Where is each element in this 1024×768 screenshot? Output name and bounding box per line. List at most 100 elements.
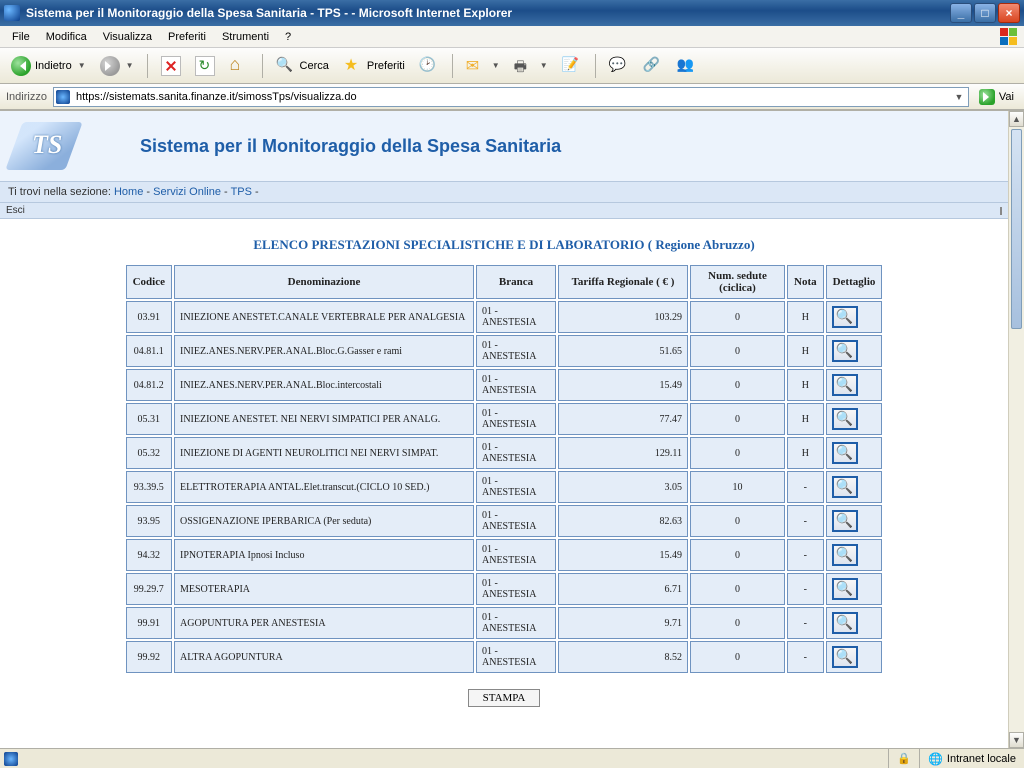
favorites-label: Preferiti	[367, 60, 405, 72]
breadcrumb-home[interactable]: Home	[114, 186, 143, 198]
menu-preferiti[interactable]: Preferiti	[160, 28, 214, 46]
home-button[interactable]	[224, 52, 254, 80]
forward-button[interactable]: ▼	[95, 52, 139, 80]
address-box[interactable]: ▼	[53, 87, 969, 107]
cell-nota: H	[787, 335, 824, 367]
cell-denominazione: INIEZIONE ANESTET.CANALE VERTEBRALE PER …	[174, 301, 474, 333]
menu-visualizza[interactable]: Visualizza	[95, 28, 160, 46]
prestazioni-table: Codice Denominazione Branca Tariffa Regi…	[124, 263, 885, 675]
magnifier-icon: 🔍	[836, 615, 853, 632]
cell-tariffa: 82.63	[558, 505, 688, 537]
discuss-button[interactable]	[604, 52, 634, 80]
cell-denominazione: ELETTROTERAPIA ANTAL.Elet.transcut.(CICL…	[174, 471, 474, 503]
scroll-up-arrow-icon[interactable]: ▲	[1009, 111, 1024, 127]
dettaglio-button[interactable]: 🔍	[832, 340, 858, 362]
magnifier-icon: 🔍	[836, 343, 853, 360]
search-button[interactable]: Cerca	[271, 52, 334, 80]
cell-dettaglio: 🔍	[826, 573, 883, 605]
menu-help[interactable]: ?	[277, 28, 299, 46]
edit-icon	[562, 56, 582, 76]
cell-tariffa: 15.49	[558, 369, 688, 401]
breadcrumb-prefix: Ti trovi nella sezione:	[8, 186, 114, 198]
cell-tariffa: 51.65	[558, 335, 688, 367]
cell-codice: 93.95	[126, 505, 172, 537]
dettaglio-button[interactable]: 🔍	[832, 544, 858, 566]
star-icon	[343, 56, 363, 76]
table-row: 93.95OSSIGENAZIONE IPERBARICA (Per sedut…	[126, 505, 883, 537]
cell-tariffa: 9.71	[558, 607, 688, 639]
mail-button[interactable]: ▼	[461, 52, 505, 80]
magnifier-icon: 🔍	[836, 377, 853, 394]
address-input[interactable]	[74, 90, 952, 104]
cell-nota: H	[787, 369, 824, 401]
magnifier-icon: 🔍	[836, 513, 853, 530]
stampa-button[interactable]: STAMPA	[468, 689, 541, 707]
scroll-down-arrow-icon[interactable]: ▼	[1009, 732, 1024, 748]
cell-dettaglio: 🔍	[826, 369, 883, 401]
cell-sedute: 0	[690, 505, 785, 537]
col-denominazione: Denominazione	[174, 265, 474, 299]
statusbar: Intranet locale	[0, 748, 1024, 768]
table-row: 94.32IPNOTERAPIA Ipnosi Incluso01 - ANES…	[126, 539, 883, 571]
cell-tariffa: 103.29	[558, 301, 688, 333]
menu-modifica[interactable]: Modifica	[38, 28, 95, 46]
cell-nota: H	[787, 437, 824, 469]
ie-app-icon	[4, 5, 20, 21]
maximize-button[interactable]: □	[974, 3, 996, 23]
history-button[interactable]	[414, 52, 444, 80]
dettaglio-button[interactable]: 🔍	[832, 408, 858, 430]
table-row: 05.31INIEZIONE ANESTET. NEI NERVI SIMPAT…	[126, 403, 883, 435]
cell-dettaglio: 🔍	[826, 607, 883, 639]
cell-dettaglio: 🔍	[826, 641, 883, 673]
address-dropdown-icon[interactable]: ▼	[952, 92, 966, 102]
cell-dettaglio: 🔍	[826, 403, 883, 435]
dettaglio-button[interactable]: 🔍	[832, 578, 858, 600]
zone-pane: Intranet locale	[919, 749, 1024, 768]
magnifier-icon: 🔍	[836, 581, 853, 598]
breadcrumb-tps[interactable]: TPS	[231, 186, 252, 198]
breadcrumb-servizi[interactable]: Servizi Online	[153, 186, 221, 198]
table-row: 93.39.5ELETTROTERAPIA ANTAL.Elet.transcu…	[126, 471, 883, 503]
menu-file[interactable]: File	[4, 28, 38, 46]
edit-button[interactable]	[557, 52, 587, 80]
dettaglio-button[interactable]: 🔍	[832, 374, 858, 396]
dettaglio-button[interactable]: 🔍	[832, 510, 858, 532]
back-arrow-icon	[11, 56, 31, 76]
back-button[interactable]: Indietro ▼	[6, 52, 91, 80]
minimize-button[interactable]: _	[950, 3, 972, 23]
people-icon	[677, 56, 697, 76]
dettaglio-button[interactable]: 🔍	[832, 442, 858, 464]
col-sedute: Num. sedute (ciclica)	[690, 265, 785, 299]
print-icon	[514, 56, 534, 76]
research-button[interactable]	[638, 52, 668, 80]
vertical-scrollbar[interactable]: ▲ ▼	[1008, 111, 1024, 748]
cell-sedute: 0	[690, 539, 785, 571]
menubar: File Modifica Visualizza Preferiti Strum…	[0, 26, 1024, 48]
dettaglio-button[interactable]: 🔍	[832, 306, 858, 328]
col-nota: Nota	[787, 265, 824, 299]
cell-tariffa: 3.05	[558, 471, 688, 503]
refresh-button[interactable]	[190, 52, 220, 80]
favorites-button[interactable]: Preferiti	[338, 52, 410, 80]
cell-nota: -	[787, 573, 824, 605]
print-button[interactable]: ▼	[509, 52, 553, 80]
address-bar: Indirizzo ▼ Vai	[0, 84, 1024, 110]
close-button[interactable]: ×	[998, 3, 1020, 23]
scroll-thumb[interactable]	[1011, 129, 1022, 329]
dettaglio-button[interactable]: 🔍	[832, 476, 858, 498]
menu-strumenti[interactable]: Strumenti	[214, 28, 277, 46]
lock-icon	[897, 752, 911, 765]
cell-sedute: 10	[690, 471, 785, 503]
cell-branca: 01 - ANESTESIA	[476, 641, 556, 673]
esci-link[interactable]: Esci	[6, 205, 25, 216]
stop-button[interactable]	[156, 52, 186, 80]
cell-denominazione: MESOTERAPIA	[174, 573, 474, 605]
dettaglio-button[interactable]: 🔍	[832, 646, 858, 668]
messenger-button[interactable]	[672, 52, 702, 80]
page-header: Sistema per il Monitoraggio della Spesa …	[0, 111, 1008, 181]
cell-branca: 01 - ANESTESIA	[476, 539, 556, 571]
go-button[interactable]: Vai	[975, 87, 1018, 107]
dettaglio-button[interactable]: 🔍	[832, 612, 858, 634]
chat-icon	[609, 56, 629, 76]
cell-tariffa: 15.49	[558, 539, 688, 571]
